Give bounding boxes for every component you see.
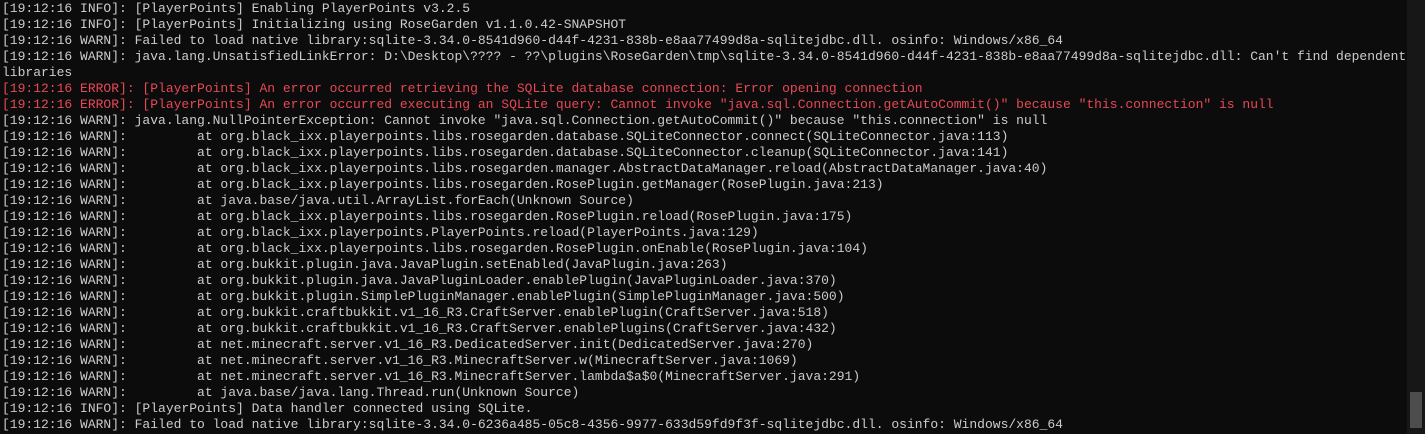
- log-line-warn: [19:12:16 WARN]: at org.bukkit.plugin.ja…: [2, 257, 728, 272]
- vertical-scrollbar[interactable]: [1407, 0, 1425, 434]
- log-line-warn: [19:12:16 WARN]: at org.black_ixx.player…: [2, 129, 1009, 144]
- log-line-info: [19:12:16 INFO]: [PlayerPoints] Initiali…: [2, 17, 627, 32]
- log-line-warn: [19:12:16 WARN]: at org.black_ixx.player…: [2, 241, 868, 256]
- log-line-warn: [19:12:16 WARN]: at java.base/java.util.…: [2, 193, 634, 208]
- log-line-warn: [19:12:16 WARN]: Failed to load native l…: [2, 417, 1063, 432]
- log-line-info: [19:12:16 INFO]: [PlayerPoints] Enabling…: [2, 1, 471, 16]
- log-line-warn: [19:12:16 WARN]: at org.black_ixx.player…: [2, 177, 884, 192]
- log-line-warn: [19:12:16 WARN]: at net.minecraft.server…: [2, 353, 798, 368]
- log-line-error: [19:12:16 ERROR]: [PlayerPoints] An erro…: [2, 81, 923, 96]
- log-line-warn: [19:12:16 WARN]: at org.bukkit.plugin.Si…: [2, 289, 845, 304]
- log-line-info: [19:12:16 INFO]: [PlayerPoints] Data han…: [2, 401, 533, 416]
- log-line-warn: [19:12:16 WARN]: at org.black_ixx.player…: [2, 161, 1048, 176]
- log-line-warn: [19:12:16 WARN]: at net.minecraft.server…: [2, 369, 861, 384]
- log-line-warn: [19:12:16 WARN]: at org.bukkit.craftbukk…: [2, 305, 829, 320]
- log-line-warn: [19:12:16 WARN]: Failed to load native l…: [2, 33, 1063, 48]
- scrollbar-thumb[interactable]: [1410, 392, 1422, 428]
- log-line-warn: [19:12:16 WARN]: at net.minecraft.server…: [2, 337, 814, 352]
- log-line-warn: [19:12:16 WARN]: at org.bukkit.craftbukk…: [2, 321, 837, 336]
- log-line-warn: [19:12:16 WARN]: at org.black_ixx.player…: [2, 145, 1009, 160]
- log-line-warn: [19:12:16 WARN]: java.lang.NullPointerEx…: [2, 113, 1048, 128]
- log-line-warn: [19:12:16 WARN]: at org.bukkit.plugin.ja…: [2, 273, 837, 288]
- log-line-warn: [19:12:16 WARN]: at java.base/java.lang.…: [2, 385, 580, 400]
- log-line-warn: [19:12:16 WARN]: at org.black_ixx.player…: [2, 209, 853, 224]
- console-output[interactable]: [19:12:16 INFO]: [PlayerPoints] Enabling…: [0, 0, 1407, 434]
- log-line-warn: [19:12:16 WARN]: java.lang.UnsatisfiedLi…: [2, 49, 1407, 80]
- log-line-warn: [19:12:16 WARN]: at org.black_ixx.player…: [2, 225, 759, 240]
- log-line-error: [19:12:16 ERROR]: [PlayerPoints] An erro…: [2, 97, 1274, 112]
